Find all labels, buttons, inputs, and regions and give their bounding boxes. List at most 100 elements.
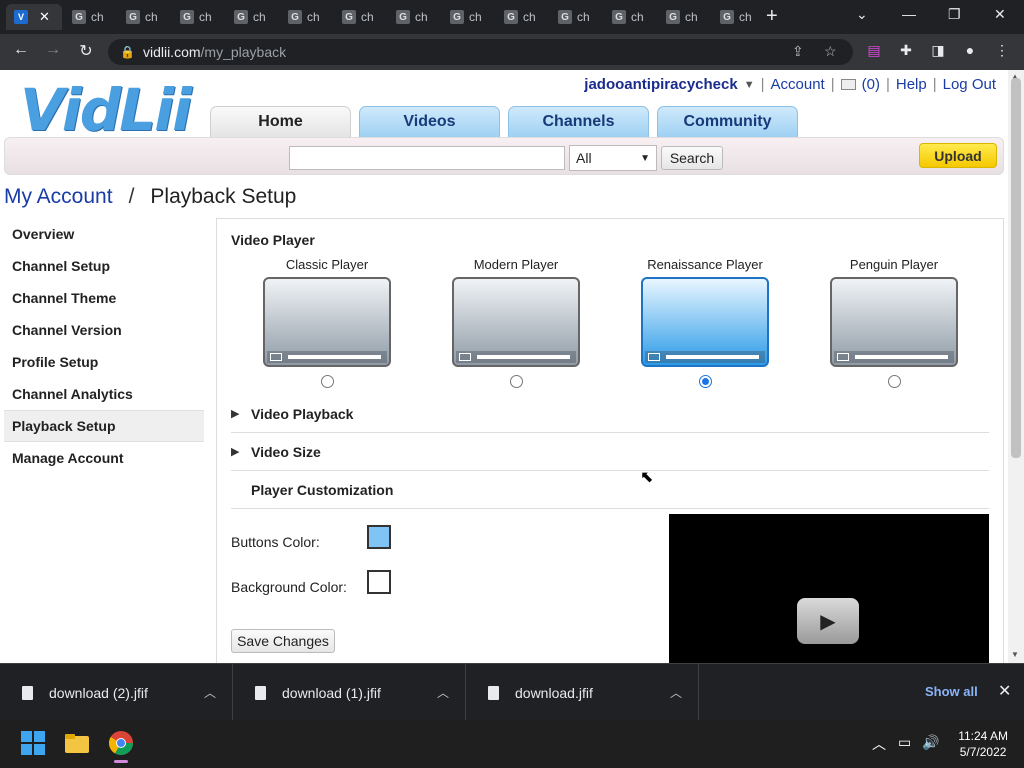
player-radio[interactable] [887, 375, 901, 388]
tray-chevron-up-icon[interactable]: ︿ [872, 734, 886, 754]
tab-search-chevron-icon[interactable]: ⌄ [856, 6, 868, 23]
penguin-player-thumbnail[interactable] [830, 277, 958, 367]
restore-icon[interactable]: ❐ [948, 6, 961, 23]
minimize-icon[interactable]: — [902, 6, 916, 22]
tab-title: ch [523, 10, 536, 24]
sidebar-item-overview[interactable]: Overview [4, 218, 204, 250]
tab[interactable]: Gch [64, 4, 116, 30]
search-category-select[interactable]: All ▼ [569, 145, 657, 171]
search-bar: All ▼ Search Upload [4, 137, 1004, 175]
close-window-icon[interactable]: ✕ [994, 6, 1006, 23]
reload-icon[interactable]: ↻ [75, 41, 97, 61]
sidebar-item-channel-analytics[interactable]: Channel Analytics [4, 378, 204, 410]
envelope-icon[interactable] [840, 79, 856, 90]
help-link[interactable]: Help [896, 76, 927, 93]
network-icon[interactable]: ▭ [898, 734, 911, 751]
tab[interactable]: Gch [496, 4, 548, 30]
breadcrumb-my-account[interactable]: My Account [4, 185, 113, 209]
tab[interactable]: Gch [550, 4, 602, 30]
tab[interactable]: Gch [118, 4, 170, 30]
file-explorer-icon[interactable] [64, 730, 90, 756]
page-scrollbar[interactable]: ▲ ▼ [1008, 70, 1024, 663]
buttons-color-label: Buttons Color: [231, 534, 320, 550]
player-option-classic[interactable]: Classic Player [252, 257, 402, 388]
player-radio[interactable] [509, 375, 523, 388]
search-input[interactable] [289, 146, 565, 170]
buttons-color-swatch[interactable] [367, 525, 391, 549]
tab[interactable]: Gch [604, 4, 656, 30]
video-playback-section[interactable]: ▶ Video Playback [231, 395, 989, 433]
tab[interactable]: Gch [280, 4, 332, 30]
video-size-section[interactable]: ▶ Video Size [231, 433, 989, 471]
renaissance-player-thumbnail[interactable] [641, 277, 769, 367]
forward-icon[interactable]: → [42, 41, 64, 59]
nav-tab-videos[interactable]: Videos [359, 106, 500, 138]
chevron-up-icon[interactable]: ︿ [670, 684, 682, 701]
profile-icon[interactable]: ● [960, 42, 980, 58]
background-color-swatch[interactable] [367, 570, 391, 594]
player-preview[interactable]: ▶ [669, 514, 989, 663]
classic-player-thumbnail[interactable] [263, 277, 391, 367]
section-title: Player Customization [251, 481, 394, 498]
close-tab-icon[interactable]: ✕ [39, 9, 50, 25]
google-favicon-icon: G [558, 10, 572, 24]
tab[interactable]: Gch [442, 4, 494, 30]
side-panel-icon[interactable]: ◨ [928, 42, 948, 59]
menu-kebab-icon[interactable]: ⋮ [992, 42, 1012, 59]
puzzle-extensions-icon[interactable]: ✚ [896, 42, 916, 59]
scroll-down-icon[interactable]: ▼ [1011, 650, 1019, 659]
chrome-icon[interactable] [108, 730, 134, 763]
back-icon[interactable]: ← [10, 41, 32, 59]
tab[interactable]: Gch [226, 4, 278, 30]
player-option-renaissance[interactable]: Renaissance Player [630, 257, 780, 388]
message-count[interactable]: (0) [862, 76, 880, 93]
tab[interactable]: Gch [334, 4, 386, 30]
nav-tab-channels[interactable]: Channels [508, 106, 649, 138]
download-item[interactable]: download (2).jfif ︿ [0, 664, 233, 721]
volume-icon[interactable]: 🔊 [922, 734, 939, 751]
sidebar-item-channel-setup[interactable]: Channel Setup [4, 250, 204, 282]
player-radio-selected[interactable] [698, 375, 712, 388]
sidebar-item-playback-setup[interactable]: Playback Setup [4, 410, 204, 442]
search-button[interactable]: Search [661, 146, 723, 170]
tab[interactable]: Gch [712, 4, 764, 30]
player-option-penguin[interactable]: Penguin Player [819, 257, 969, 388]
share-icon[interactable]: ⇪ [792, 43, 804, 60]
upload-button[interactable]: Upload [919, 143, 997, 168]
play-icon[interactable]: ▶ [797, 598, 859, 644]
new-tab-icon[interactable]: + [766, 5, 778, 28]
sidebar-item-profile-setup[interactable]: Profile Setup [4, 346, 204, 378]
chevron-up-icon[interactable]: ︿ [204, 684, 216, 701]
download-item[interactable]: download (1).jfif ︿ [233, 664, 466, 721]
save-changes-button[interactable]: Save Changes [231, 629, 335, 653]
bookmark-star-icon[interactable]: ☆ [824, 43, 837, 60]
clock-time: 11:24 AM [958, 729, 1008, 743]
scroll-thumb[interactable] [1011, 78, 1021, 458]
tab-active[interactable]: V ✕ [6, 4, 62, 30]
nav-tab-community[interactable]: Community [657, 106, 798, 138]
address-bar[interactable]: 🔒 vidlii.com/my_playback ⇪ ☆ [108, 39, 853, 65]
nav-tab-home[interactable]: Home [210, 106, 351, 138]
vidlii-logo[interactable]: VidLii [20, 76, 192, 144]
player-option-modern[interactable]: Modern Player [441, 257, 591, 388]
chevron-down-icon[interactable]: ▼ [744, 79, 755, 91]
username-link[interactable]: jadooantipiracycheck [584, 76, 737, 93]
extension-icon[interactable]: ▤ [864, 42, 884, 59]
show-all-downloads-link[interactable]: Show all [925, 684, 978, 699]
logout-link[interactable]: Log Out [943, 76, 996, 93]
modern-player-thumbnail[interactable] [452, 277, 580, 367]
tab[interactable]: Gch [172, 4, 224, 30]
download-item[interactable]: download.jfif ︿ [466, 664, 699, 721]
sidebar-item-channel-theme[interactable]: Channel Theme [4, 282, 204, 314]
google-favicon-icon: G [450, 10, 464, 24]
sidebar-item-channel-version[interactable]: Channel Version [4, 314, 204, 346]
close-downloads-icon[interactable]: ✕ [998, 681, 1011, 701]
sidebar-item-manage-account[interactable]: Manage Account [4, 442, 204, 474]
account-link[interactable]: Account [771, 76, 825, 93]
clock[interactable]: 11:24 AM 5/7/2022 [958, 728, 1008, 760]
tab[interactable]: Gch [388, 4, 440, 30]
windows-start-icon[interactable] [20, 730, 46, 756]
chevron-up-icon[interactable]: ︿ [437, 684, 449, 701]
player-radio[interactable] [320, 375, 334, 388]
tab[interactable]: Gch [658, 4, 710, 30]
